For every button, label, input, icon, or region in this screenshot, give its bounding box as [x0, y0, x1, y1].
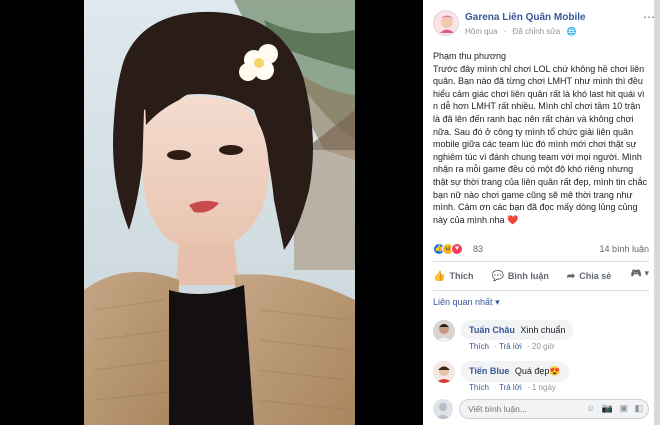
comment-label: Bình luận — [507, 271, 549, 281]
post-time[interactable]: Hôm qua — [465, 27, 497, 36]
comment-filter-label: Liên quan nhất — [433, 297, 493, 307]
gif-icon[interactable]: ▣ — [619, 403, 628, 413]
love-reaction-icon: ♥ — [451, 243, 463, 255]
post-body: Phạm thu phương Trước đây mình chỉ chơi … — [433, 50, 649, 226]
page-avatar[interactable] — [433, 10, 459, 36]
comment-bubble: Tiến Blue Quá đẹp😍 — [461, 361, 569, 382]
comment-text: Quá đẹp😍 — [514, 366, 561, 376]
sticker-icon[interactable]: ◧ — [634, 403, 643, 413]
camera-icon[interactable]: 📷 — [602, 403, 613, 413]
comment-text: Xinh chuẩn — [520, 325, 566, 335]
reaction-icons[interactable]: 👍 😆 ♥ — [433, 243, 463, 255]
post-meta: Hôm qua · Đã chỉnh sửa 🌐 — [465, 27, 580, 36]
commenter-name[interactable]: Tiến Blue — [469, 366, 509, 376]
comment-time[interactable]: 1 ngày — [532, 383, 556, 392]
share-button[interactable]: ➦ Chia sẻ — [567, 271, 611, 282]
write-comment: ☺ 📷 ▣ ◧ — [433, 399, 649, 419]
photo-viewer: Garena Liên Quân Mobile Hôm qua · Đã chỉ… — [0, 0, 660, 425]
comment-time[interactable]: 20 giờ — [532, 342, 555, 351]
comment-bubble: Tuấn Châu Xinh chuẩn — [461, 320, 574, 340]
post-body-text: Trước đây mình chỉ chơi LOL chứ không hề… — [433, 63, 648, 225]
post-author-line: Phạm thu phương — [433, 51, 506, 61]
reaction-count[interactable]: 83 — [473, 244, 483, 254]
comment-count[interactable]: 14 bình luận — [599, 244, 649, 254]
dropdown-icon: ▾ — [644, 268, 649, 278]
earth-icon: 🌐 — [566, 27, 577, 36]
comment-button[interactable]: 💬 Bình luận — [491, 271, 548, 282]
photo-area — [0, 0, 423, 425]
post-photo[interactable] — [84, 0, 355, 425]
post-panel: Garena Liên Quân Mobile Hôm qua · Đã chỉ… — [423, 0, 660, 425]
divider — [433, 261, 649, 262]
comment-meta: Thích · Trả lời · 1 ngày — [469, 383, 556, 392]
commenter-avatar[interactable] — [433, 361, 455, 383]
share-label: Chia sẻ — [579, 271, 612, 281]
comment-like-link[interactable]: Thích — [469, 383, 489, 392]
comment-meta: Thích · Trả lời · 20 giờ — [469, 342, 554, 351]
post-header: Garena Liên Quân Mobile Hôm qua · Đã chỉ… — [433, 10, 655, 42]
commenter-name[interactable]: Tuấn Châu — [469, 325, 515, 335]
user-avatar — [433, 399, 453, 419]
comment-icon: 💬 — [491, 270, 504, 282]
dot-separator: · — [494, 342, 497, 351]
comment-reply-link[interactable]: Trả lời — [499, 342, 522, 351]
emoji-icon[interactable]: ☺ — [586, 403, 595, 413]
dot-separator: · — [526, 383, 530, 392]
view-as-selector[interactable]: 🎮 ▾ — [631, 268, 649, 279]
dropdown-icon: ▾ — [495, 297, 500, 307]
action-bar: 👍 Thích 💬 Bình luận ➦ Chia sẻ 🎮 ▾ — [433, 266, 649, 286]
commenter-avatar[interactable] — [433, 320, 455, 342]
like-label: Thích — [449, 271, 474, 281]
comment-reply-link[interactable]: Trả lời — [499, 383, 522, 392]
comment-input-icons: ☺ 📷 ▣ ◧ — [582, 403, 643, 414]
comment-filter[interactable]: Liên quan nhất ▾ — [433, 297, 500, 308]
avatar-small-icon: 🎮 — [630, 268, 642, 278]
dot-separator: · — [494, 383, 497, 392]
reaction-bar: 👍 😆 ♥ 83 14 bình luận — [433, 243, 649, 257]
dot-separator: · — [503, 27, 507, 36]
like-icon: 👍 — [433, 270, 446, 282]
scrollbar[interactable] — [654, 0, 660, 425]
divider — [433, 290, 649, 291]
like-button[interactable]: 👍 Thích — [433, 271, 473, 282]
edited-label[interactable]: Đã chỉnh sửa — [513, 27, 561, 36]
dot-separator: · — [526, 342, 530, 351]
comment-like-link[interactable]: Thích — [469, 342, 489, 351]
share-icon: ➦ — [566, 270, 576, 282]
page-name[interactable]: Garena Liên Quân Mobile — [465, 12, 586, 23]
